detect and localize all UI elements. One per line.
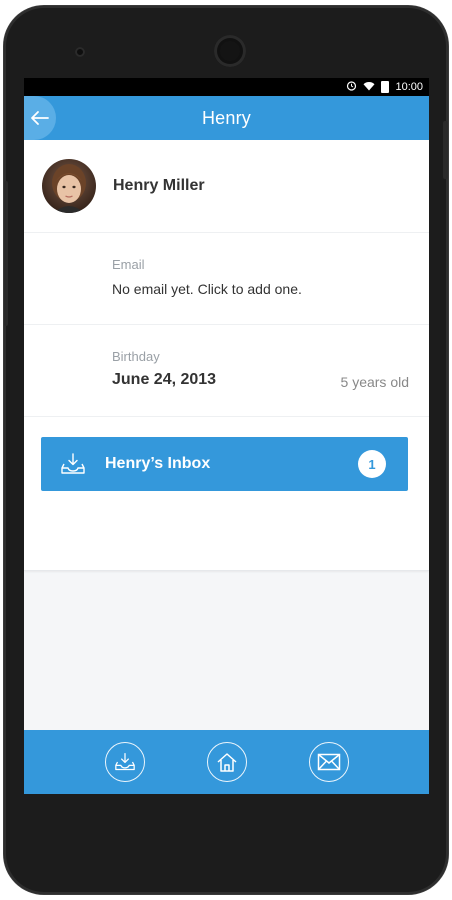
bottom-nav: [24, 730, 429, 794]
nav-mail-button[interactable]: [308, 742, 349, 782]
inbox-download-icon: [61, 453, 85, 474]
nav-home-button[interactable]: [206, 742, 247, 782]
alarm-icon: [346, 80, 357, 94]
battery-icon: [381, 81, 390, 93]
power-button: [443, 121, 448, 179]
volume-button: [4, 181, 8, 326]
birthday-value: June 24, 2013: [112, 371, 217, 388]
inbox-count-badge: 1: [358, 450, 386, 478]
inbox-button[interactable]: Henry’s Inbox 1: [41, 437, 408, 491]
email-value[interactable]: No email yet. Click to add one.: [112, 281, 302, 297]
birthday-row: Birthday June 24, 2013 5 years old: [24, 325, 429, 417]
wifi-icon: [363, 81, 375, 94]
profile-header: Henry Miller: [24, 140, 429, 233]
birthday-label: Birthday: [112, 349, 160, 364]
mail-icon: [317, 753, 340, 771]
front-camera: [75, 47, 85, 57]
profile-card: Henry Miller Email No email yet. Click t…: [24, 140, 429, 571]
nav-inbox-button[interactable]: [104, 742, 145, 782]
inbox-label: Henry’s Inbox: [105, 455, 211, 472]
back-button[interactable]: [24, 96, 56, 140]
inbox-icon: [114, 753, 135, 771]
screen: 10:00 Henry Henry Miller Email No email …: [24, 78, 429, 794]
inbox-section: Henry’s Inbox 1: [24, 417, 429, 571]
email-row[interactable]: Email No email yet. Click to add one.: [24, 233, 429, 325]
status-time: 10:00: [395, 81, 423, 93]
back-arrow-icon: [31, 111, 49, 125]
profile-name: Henry Miller: [113, 177, 205, 194]
app-bar: Henry: [24, 96, 429, 140]
status-bar: 10:00: [24, 78, 429, 96]
age-text: 5 years old: [340, 374, 409, 390]
earpiece-speaker: [214, 35, 246, 67]
avatar: [42, 159, 96, 213]
email-label: Email: [112, 257, 145, 272]
page-title: Henry: [201, 107, 251, 128]
home-icon: [217, 753, 236, 772]
